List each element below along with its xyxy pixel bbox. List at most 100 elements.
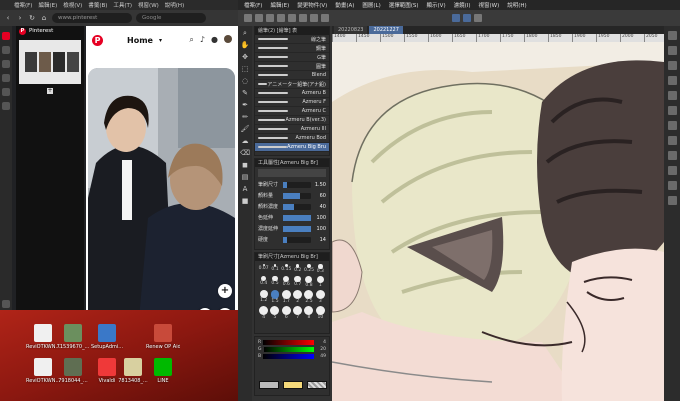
property-slider[interactable] [283,225,311,232]
desktop-icon[interactable]: Renew OP Aide [146,324,180,350]
subtool-item[interactable]: Azmeru B(ver.3) [255,116,329,125]
color-slider[interactable] [263,347,314,352]
brush-size-option[interactable]: 4 [258,306,269,320]
property-row[interactable]: 顏料量 60 [255,190,329,201]
new-icon[interactable] [244,14,252,22]
selection-icon[interactable]: ⬚ [240,64,250,74]
brush-size-option[interactable]: 0.8 [303,275,314,289]
brush-size-option[interactable]: 5 [269,306,280,320]
panel-icon[interactable] [667,46,677,55]
subtool-item[interactable]: Blend [255,71,329,80]
browser-menu-item[interactable]: 視窗(W) [138,1,159,9]
brush-size-option[interactable]: 0.1 [269,264,280,274]
brush-size-option[interactable]: 0.15 [281,264,292,274]
subtool-item[interactable]: Azmeru Bod [255,134,329,143]
csp-menu-item[interactable]: 檔案(F) [244,1,262,9]
canvas-tab[interactable]: 20221227 [369,26,403,34]
browser-menu-item[interactable]: 說明(H) [165,1,184,9]
subtool-item[interactable]: 圓筆 [255,62,329,71]
subtool-item[interactable]: G筆 [255,53,329,62]
color-icon[interactable]: ■ [240,196,250,206]
csp-menu-item[interactable]: 編輯(E) [270,1,289,9]
deselect-icon[interactable] [321,14,329,22]
csp-menu-item[interactable]: 圖層(L) [362,1,380,9]
color-slider[interactable] [263,340,314,345]
messages-icon[interactable]: ● [211,35,218,45]
brush-size-option[interactable]: 0.07 [258,264,269,274]
property-slider[interactable] [283,192,311,199]
csp-menu-item[interactable]: 變更物件(V) [297,1,327,9]
pinterest-logo-icon[interactable]: P [92,34,103,46]
color-swatch[interactable] [259,381,279,389]
add-button[interactable]: + [218,284,232,298]
eraser-icon[interactable]: ⌫ [240,148,250,158]
window-icon[interactable] [2,102,10,110]
csp-menu-item[interactable]: 視窗(W) [479,1,500,9]
desktop-icon[interactable]: ReviOTKWN... [26,324,60,350]
gradient-icon[interactable]: ▤ [240,172,250,182]
browser-menu-item[interactable]: 檢視(V) [63,1,82,9]
property-row[interactable]: 色延伸 100 [255,212,329,223]
move-icon[interactable]: ✥ [240,52,250,62]
home-dropdown[interactable]: Home [127,36,153,45]
sub-color-swatch[interactable] [283,381,303,389]
csp-menu-item[interactable]: 濾鏡(I) [454,1,471,9]
desktop-icon[interactable]: 7918044_... [56,358,90,384]
pin-image[interactable]: + ? ◎ [88,68,235,330]
airbrush-icon[interactable]: ☁ [240,136,250,146]
forward-icon[interactable]: › [16,14,24,22]
property-slider[interactable] [283,203,311,210]
property-row[interactable]: 硬度 14 [255,234,329,245]
brush-size-option[interactable]: 2.5 [303,290,314,304]
brush-size-option[interactable]: 0.25 [303,264,314,274]
search-field[interactable]: Google [136,13,206,23]
brush-size-option[interactable]: 1.7 [281,290,292,304]
bookmark-icon[interactable] [2,46,10,54]
brush-icon[interactable]: 🖌 [240,124,250,134]
desktop-icon[interactable]: ReviOTKWN... [26,358,60,384]
home-icon[interactable]: ⌂ [40,14,48,22]
desktop-icon[interactable]: LINE [146,358,180,384]
panel-icon[interactable] [667,61,677,70]
browser-menu-item[interactable]: 書籤(B) [88,1,107,9]
settings-icon[interactable] [2,300,10,308]
text-icon[interactable]: A [240,184,250,194]
undo-icon[interactable] [277,14,285,22]
panel-icon[interactable] [667,76,677,85]
zoom-icon[interactable]: ⌕ [240,28,250,38]
panel-icon[interactable] [667,151,677,160]
subtool-item[interactable]: Azmeru Big Bru [255,143,329,152]
panel-icon[interactable] [667,106,677,115]
color-slider-row[interactable]: G 20 [255,346,329,353]
brush-size-option[interactable]: 10 [315,306,326,320]
ruler-snap-icon[interactable] [463,14,471,22]
panel-icon[interactable] [667,166,677,175]
subtool-item[interactable]: 鋼筆 [255,44,329,53]
panel-icon[interactable] [667,31,677,40]
transform-icon[interactable] [310,14,318,22]
url-bar[interactable]: www.pinterest [52,13,132,23]
subtool-item[interactable]: Azmeru F [255,98,329,107]
back-icon[interactable]: ‹ [4,14,12,22]
subtool-item[interactable]: Azmeru III [255,125,329,134]
property-row[interactable]: 筆刷尺寸 1.50 [255,179,329,190]
snap-icon[interactable] [452,14,460,22]
property-row[interactable]: 濃度延伸 100 [255,223,329,234]
subtool-item[interactable]: Azmeru B [255,89,329,98]
panel-icon[interactable] [667,121,677,130]
brush-size-option[interactable]: 2 [292,290,303,304]
csp-menu-item[interactable]: 顯示(V) [427,1,446,9]
avatar[interactable] [224,35,232,43]
property-slider[interactable] [283,181,311,188]
search-icon[interactable]: ⌕ [189,35,193,45]
side-panel-thumbnails[interactable] [19,40,81,84]
subtool-item[interactable]: アニメーター鉛筆(アナ鉛) [255,80,329,89]
add-panel-icon[interactable]: + [47,88,53,94]
save-icon[interactable] [266,14,274,22]
csp-menu-item[interactable]: 選擇範圍(S) [389,1,419,9]
pen-icon[interactable]: ✒ [240,100,250,110]
bell-icon[interactable]: ♪ [200,35,205,45]
subtool-item[interactable]: Azmeru C [255,107,329,116]
reload-icon[interactable]: ↻ [28,14,36,22]
brush-size-option[interactable]: 8 [303,306,314,320]
